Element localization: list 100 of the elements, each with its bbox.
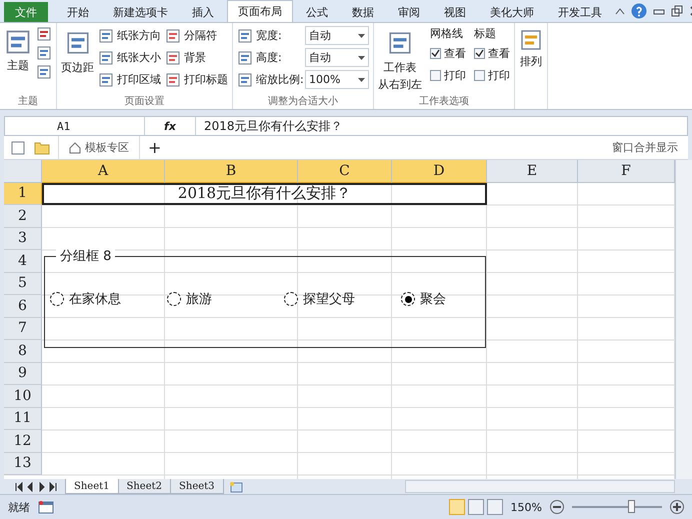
row-header[interactable]: 1	[4, 182, 42, 205]
function-button[interactable]: fx	[145, 120, 195, 132]
checkbox-label: 打印	[488, 68, 510, 83]
row-header[interactable]: 11	[4, 408, 42, 430]
page-icon	[165, 28, 181, 44]
ribbon-tab[interactable]: 审阅	[387, 2, 431, 22]
template-tab[interactable]: 模板专区	[58, 136, 140, 159]
ribbon-tab[interactable]: 公式	[295, 2, 339, 22]
restore-icon[interactable]	[671, 5, 683, 17]
radio-button[interactable]	[284, 292, 298, 306]
ribbon-button[interactable]: 纸张方向	[98, 26, 161, 45]
ribbon-button[interactable]: 打印区域	[98, 70, 161, 89]
row-header[interactable]: 6	[4, 295, 42, 318]
checkbox[interactable]	[474, 48, 485, 59]
option-group-title: 标题	[474, 26, 497, 41]
page-icon	[165, 72, 181, 88]
row-header[interactable]: 10	[4, 385, 42, 408]
caret-icon	[358, 78, 365, 82]
radio-label: 在家休息	[69, 291, 121, 308]
row-header[interactable]: 8	[4, 340, 42, 362]
row-header[interactable]: 5	[4, 272, 42, 295]
margins-button[interactable]: 页边距	[61, 26, 94, 94]
page-icon	[98, 28, 114, 44]
minus-icon	[553, 506, 561, 508]
file-tab[interactable]: 文件	[4, 2, 48, 22]
ribbon-tab[interactable]: 开始	[56, 2, 100, 22]
column-header[interactable]: C	[298, 160, 392, 183]
collapse-ribbon-icon[interactable]	[615, 7, 625, 15]
status-text: 就绪	[8, 500, 30, 514]
zoom-level[interactable]: 150%	[510, 500, 542, 514]
column-header[interactable]: D	[392, 160, 487, 183]
column-header[interactable]: B	[165, 160, 298, 183]
field-label: 缩放比例:	[256, 72, 302, 87]
scale-combo[interactable]: 100%	[305, 70, 369, 89]
formula-field[interactable]: 2018元旦你有什么安排？	[195, 117, 687, 135]
column-header[interactable]: A	[42, 160, 165, 183]
ribbon-tab[interactable]: 新建选项卡	[102, 2, 179, 22]
scale-combo[interactable]: 自动	[305, 26, 369, 45]
row-header[interactable]: 3	[4, 228, 42, 250]
macro-record-icon[interactable]	[38, 500, 54, 514]
ribbon-tab[interactable]: 插入	[181, 2, 225, 22]
sheet-tab[interactable]: Sheet3	[170, 479, 224, 494]
field-label: 宽度:	[256, 28, 283, 43]
group-caption: 调整为合适大小	[267, 94, 339, 109]
row-header[interactable]: 13	[4, 452, 42, 475]
page-layout-view-button[interactable]	[468, 499, 484, 515]
theme-button[interactable]: 主题	[4, 26, 32, 94]
new-tab-button[interactable]: +	[148, 138, 162, 157]
name-box[interactable]: A1	[5, 117, 145, 135]
option-group-title: 网格线	[430, 26, 464, 41]
checkbox-label: 查看	[444, 46, 466, 61]
sheet-tab[interactable]: Sheet2	[118, 479, 172, 494]
vertical-scrollbar[interactable]	[675, 160, 692, 479]
row-header[interactable]: 4	[4, 250, 42, 272]
page-break-view-button[interactable]	[486, 499, 503, 515]
row-header[interactable]: 9	[4, 362, 42, 385]
scale-combo[interactable]: 自动	[305, 48, 369, 67]
home-icon	[69, 142, 81, 154]
radio-button[interactable]	[401, 292, 415, 306]
row-header[interactable]: 7	[4, 318, 42, 340]
column-header[interactable]: E	[487, 160, 578, 183]
radio-label: 探望父母	[303, 291, 355, 308]
arrange-button[interactable]: 排列	[519, 26, 543, 109]
group-caption: 页面设置	[124, 94, 166, 109]
ribbon-tab[interactable]: 美化大师	[479, 2, 545, 22]
checkbox[interactable]	[430, 70, 441, 81]
ribbon-tab[interactable]: 开发工具	[547, 2, 613, 22]
ribbon-button[interactable]: 分隔符	[165, 26, 228, 45]
merged-cell: 2018元旦你有什么安排？	[42, 182, 487, 205]
row-header[interactable]: 2	[4, 205, 42, 228]
page-icon	[98, 50, 114, 66]
checkbox[interactable]	[474, 70, 485, 81]
ribbon-button[interactable]: 纸张大小	[98, 48, 161, 67]
horizontal-scrollbar[interactable]	[405, 480, 675, 493]
ribbon-label[interactable]: 从右到左	[378, 77, 422, 92]
ribbon-tab[interactable]: 页面布局	[227, 0, 293, 22]
column-header[interactable]: F	[578, 160, 675, 183]
new-sheet-icon[interactable]	[228, 480, 244, 492]
page-icon	[165, 50, 181, 66]
zoom-out-button[interactable]	[550, 500, 564, 514]
field-label: 高度:	[256, 50, 283, 65]
ribbon-button[interactable]: 背景	[165, 48, 228, 67]
sheet-tab[interactable]: Sheet1	[65, 479, 119, 494]
zoom-slider-thumb[interactable]	[628, 500, 634, 513]
radio-button[interactable]	[167, 292, 181, 306]
group-caption: 主题	[17, 94, 39, 109]
new-document-icon	[10, 140, 26, 156]
group-caption: 工作表选项	[418, 94, 470, 109]
zoom-in-button[interactable]	[670, 500, 684, 514]
ribbon-label[interactable]: 工作表	[384, 60, 416, 75]
checkbox[interactable]	[430, 48, 441, 59]
row-header[interactable]: 12	[4, 430, 42, 452]
ribbon-tab[interactable]: 数据	[341, 2, 385, 22]
radio-button[interactable]	[50, 292, 64, 306]
help-icon[interactable]	[631, 3, 647, 19]
sheet-navigation-icon[interactable]	[14, 482, 58, 492]
ribbon-button[interactable]: 打印标题	[165, 70, 228, 89]
minimize-icon[interactable]	[653, 7, 665, 15]
merge-windows-button[interactable]: 窗口合并显示	[612, 140, 678, 155]
ribbon-tab[interactable]: 视图	[433, 2, 477, 22]
